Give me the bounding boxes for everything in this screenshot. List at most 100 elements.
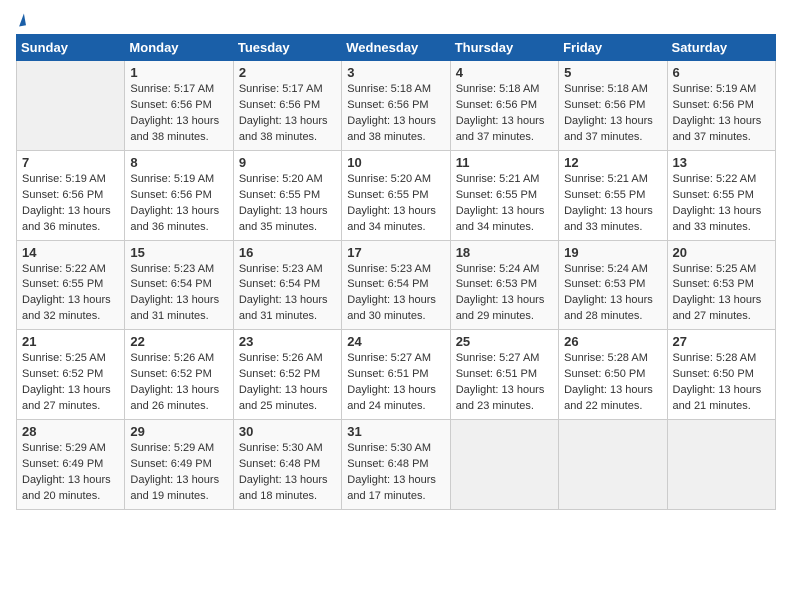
sunrise-text: Sunrise: 5:24 AM (456, 263, 540, 275)
day-number: 23 (239, 334, 336, 349)
calendar-cell: 8 Sunrise: 5:19 AM Sunset: 6:56 PM Dayli… (125, 150, 233, 240)
day-number: 8 (130, 155, 227, 170)
daylight-text: Daylight: 13 hours and 36 minutes. (130, 205, 219, 233)
calendar-cell: 6 Sunrise: 5:19 AM Sunset: 6:56 PM Dayli… (667, 61, 775, 151)
daylight-text: Daylight: 13 hours and 27 minutes. (22, 384, 111, 412)
daylight-text: Daylight: 13 hours and 19 minutes. (130, 474, 219, 502)
day-number: 12 (564, 155, 661, 170)
sunrise-text: Sunrise: 5:29 AM (22, 442, 106, 454)
daylight-text: Daylight: 13 hours and 26 minutes. (130, 384, 219, 412)
sunset-text: Sunset: 6:56 PM (456, 99, 537, 111)
calendar-cell: 24 Sunrise: 5:27 AM Sunset: 6:51 PM Dayl… (342, 330, 450, 420)
day-info: Sunrise: 5:24 AM Sunset: 6:53 PM Dayligh… (456, 262, 553, 326)
daylight-text: Daylight: 13 hours and 30 minutes. (347, 294, 436, 322)
calendar-cell: 16 Sunrise: 5:23 AM Sunset: 6:54 PM Dayl… (233, 240, 341, 330)
day-number: 30 (239, 424, 336, 439)
calendar-cell: 17 Sunrise: 5:23 AM Sunset: 6:54 PM Dayl… (342, 240, 450, 330)
daylight-text: Daylight: 13 hours and 33 minutes. (564, 205, 653, 233)
daylight-text: Daylight: 13 hours and 38 minutes. (347, 115, 436, 143)
sunrise-text: Sunrise: 5:19 AM (673, 83, 757, 95)
sunrise-text: Sunrise: 5:27 AM (456, 352, 540, 364)
day-number: 7 (22, 155, 119, 170)
calendar-cell: 7 Sunrise: 5:19 AM Sunset: 6:56 PM Dayli… (17, 150, 125, 240)
sunrise-text: Sunrise: 5:19 AM (22, 173, 106, 185)
day-info: Sunrise: 5:29 AM Sunset: 6:49 PM Dayligh… (130, 441, 227, 505)
day-info: Sunrise: 5:28 AM Sunset: 6:50 PM Dayligh… (673, 351, 770, 415)
day-number: 14 (22, 245, 119, 260)
calendar-cell: 18 Sunrise: 5:24 AM Sunset: 6:53 PM Dayl… (450, 240, 558, 330)
day-number: 9 (239, 155, 336, 170)
day-info: Sunrise: 5:26 AM Sunset: 6:52 PM Dayligh… (130, 351, 227, 415)
weekday-header: Sunday (17, 35, 125, 61)
sunrise-text: Sunrise: 5:20 AM (239, 173, 323, 185)
day-info: Sunrise: 5:21 AM Sunset: 6:55 PM Dayligh… (564, 172, 661, 236)
daylight-text: Daylight: 13 hours and 20 minutes. (22, 474, 111, 502)
sunrise-text: Sunrise: 5:17 AM (239, 83, 323, 95)
calendar-cell (559, 420, 667, 510)
day-info: Sunrise: 5:18 AM Sunset: 6:56 PM Dayligh… (456, 82, 553, 146)
day-info: Sunrise: 5:25 AM Sunset: 6:52 PM Dayligh… (22, 351, 119, 415)
calendar-cell: 22 Sunrise: 5:26 AM Sunset: 6:52 PM Dayl… (125, 330, 233, 420)
day-number: 21 (22, 334, 119, 349)
sunrise-text: Sunrise: 5:25 AM (22, 352, 106, 364)
daylight-text: Daylight: 13 hours and 31 minutes. (130, 294, 219, 322)
day-info: Sunrise: 5:18 AM Sunset: 6:56 PM Dayligh… (564, 82, 661, 146)
sunset-text: Sunset: 6:52 PM (22, 368, 103, 380)
day-number: 10 (347, 155, 444, 170)
day-info: Sunrise: 5:18 AM Sunset: 6:56 PM Dayligh… (347, 82, 444, 146)
day-info: Sunrise: 5:22 AM Sunset: 6:55 PM Dayligh… (673, 172, 770, 236)
page-header (16, 16, 776, 26)
sunrise-text: Sunrise: 5:23 AM (239, 263, 323, 275)
sunrise-text: Sunrise: 5:28 AM (564, 352, 648, 364)
calendar-cell: 28 Sunrise: 5:29 AM Sunset: 6:49 PM Dayl… (17, 420, 125, 510)
sunrise-text: Sunrise: 5:21 AM (564, 173, 648, 185)
day-info: Sunrise: 5:28 AM Sunset: 6:50 PM Dayligh… (564, 351, 661, 415)
day-number: 20 (673, 245, 770, 260)
calendar-cell: 27 Sunrise: 5:28 AM Sunset: 6:50 PM Dayl… (667, 330, 775, 420)
sunset-text: Sunset: 6:56 PM (130, 189, 211, 201)
day-info: Sunrise: 5:17 AM Sunset: 6:56 PM Dayligh… (130, 82, 227, 146)
daylight-text: Daylight: 13 hours and 21 minutes. (673, 384, 762, 412)
calendar-cell: 21 Sunrise: 5:25 AM Sunset: 6:52 PM Dayl… (17, 330, 125, 420)
sunrise-text: Sunrise: 5:22 AM (22, 263, 106, 275)
sunrise-text: Sunrise: 5:30 AM (239, 442, 323, 454)
day-number: 1 (130, 65, 227, 80)
calendar-table: SundayMondayTuesdayWednesdayThursdayFrid… (16, 34, 776, 510)
day-number: 15 (130, 245, 227, 260)
daylight-text: Daylight: 13 hours and 37 minutes. (673, 115, 762, 143)
calendar-cell: 20 Sunrise: 5:25 AM Sunset: 6:53 PM Dayl… (667, 240, 775, 330)
sunset-text: Sunset: 6:55 PM (673, 189, 754, 201)
weekday-header: Wednesday (342, 35, 450, 61)
weekday-header: Saturday (667, 35, 775, 61)
day-number: 4 (456, 65, 553, 80)
calendar-cell: 19 Sunrise: 5:24 AM Sunset: 6:53 PM Dayl… (559, 240, 667, 330)
day-number: 25 (456, 334, 553, 349)
daylight-text: Daylight: 13 hours and 38 minutes. (130, 115, 219, 143)
calendar-cell: 30 Sunrise: 5:30 AM Sunset: 6:48 PM Dayl… (233, 420, 341, 510)
sunset-text: Sunset: 6:56 PM (673, 99, 754, 111)
day-number: 19 (564, 245, 661, 260)
day-number: 31 (347, 424, 444, 439)
sunset-text: Sunset: 6:51 PM (456, 368, 537, 380)
sunrise-text: Sunrise: 5:25 AM (673, 263, 757, 275)
calendar-cell: 12 Sunrise: 5:21 AM Sunset: 6:55 PM Dayl… (559, 150, 667, 240)
daylight-text: Daylight: 13 hours and 23 minutes. (456, 384, 545, 412)
daylight-text: Daylight: 13 hours and 25 minutes. (239, 384, 328, 412)
day-info: Sunrise: 5:23 AM Sunset: 6:54 PM Dayligh… (347, 262, 444, 326)
day-number: 5 (564, 65, 661, 80)
calendar-cell: 29 Sunrise: 5:29 AM Sunset: 6:49 PM Dayl… (125, 420, 233, 510)
sunset-text: Sunset: 6:53 PM (564, 278, 645, 290)
sunrise-text: Sunrise: 5:18 AM (347, 83, 431, 95)
calendar-cell: 10 Sunrise: 5:20 AM Sunset: 6:55 PM Dayl… (342, 150, 450, 240)
sunset-text: Sunset: 6:56 PM (239, 99, 320, 111)
day-number: 27 (673, 334, 770, 349)
day-number: 22 (130, 334, 227, 349)
day-number: 3 (347, 65, 444, 80)
day-info: Sunrise: 5:27 AM Sunset: 6:51 PM Dayligh… (456, 351, 553, 415)
sunset-text: Sunset: 6:49 PM (22, 458, 103, 470)
day-info: Sunrise: 5:30 AM Sunset: 6:48 PM Dayligh… (239, 441, 336, 505)
sunset-text: Sunset: 6:48 PM (239, 458, 320, 470)
calendar-cell: 25 Sunrise: 5:27 AM Sunset: 6:51 PM Dayl… (450, 330, 558, 420)
daylight-text: Daylight: 13 hours and 33 minutes. (673, 205, 762, 233)
daylight-text: Daylight: 13 hours and 31 minutes. (239, 294, 328, 322)
